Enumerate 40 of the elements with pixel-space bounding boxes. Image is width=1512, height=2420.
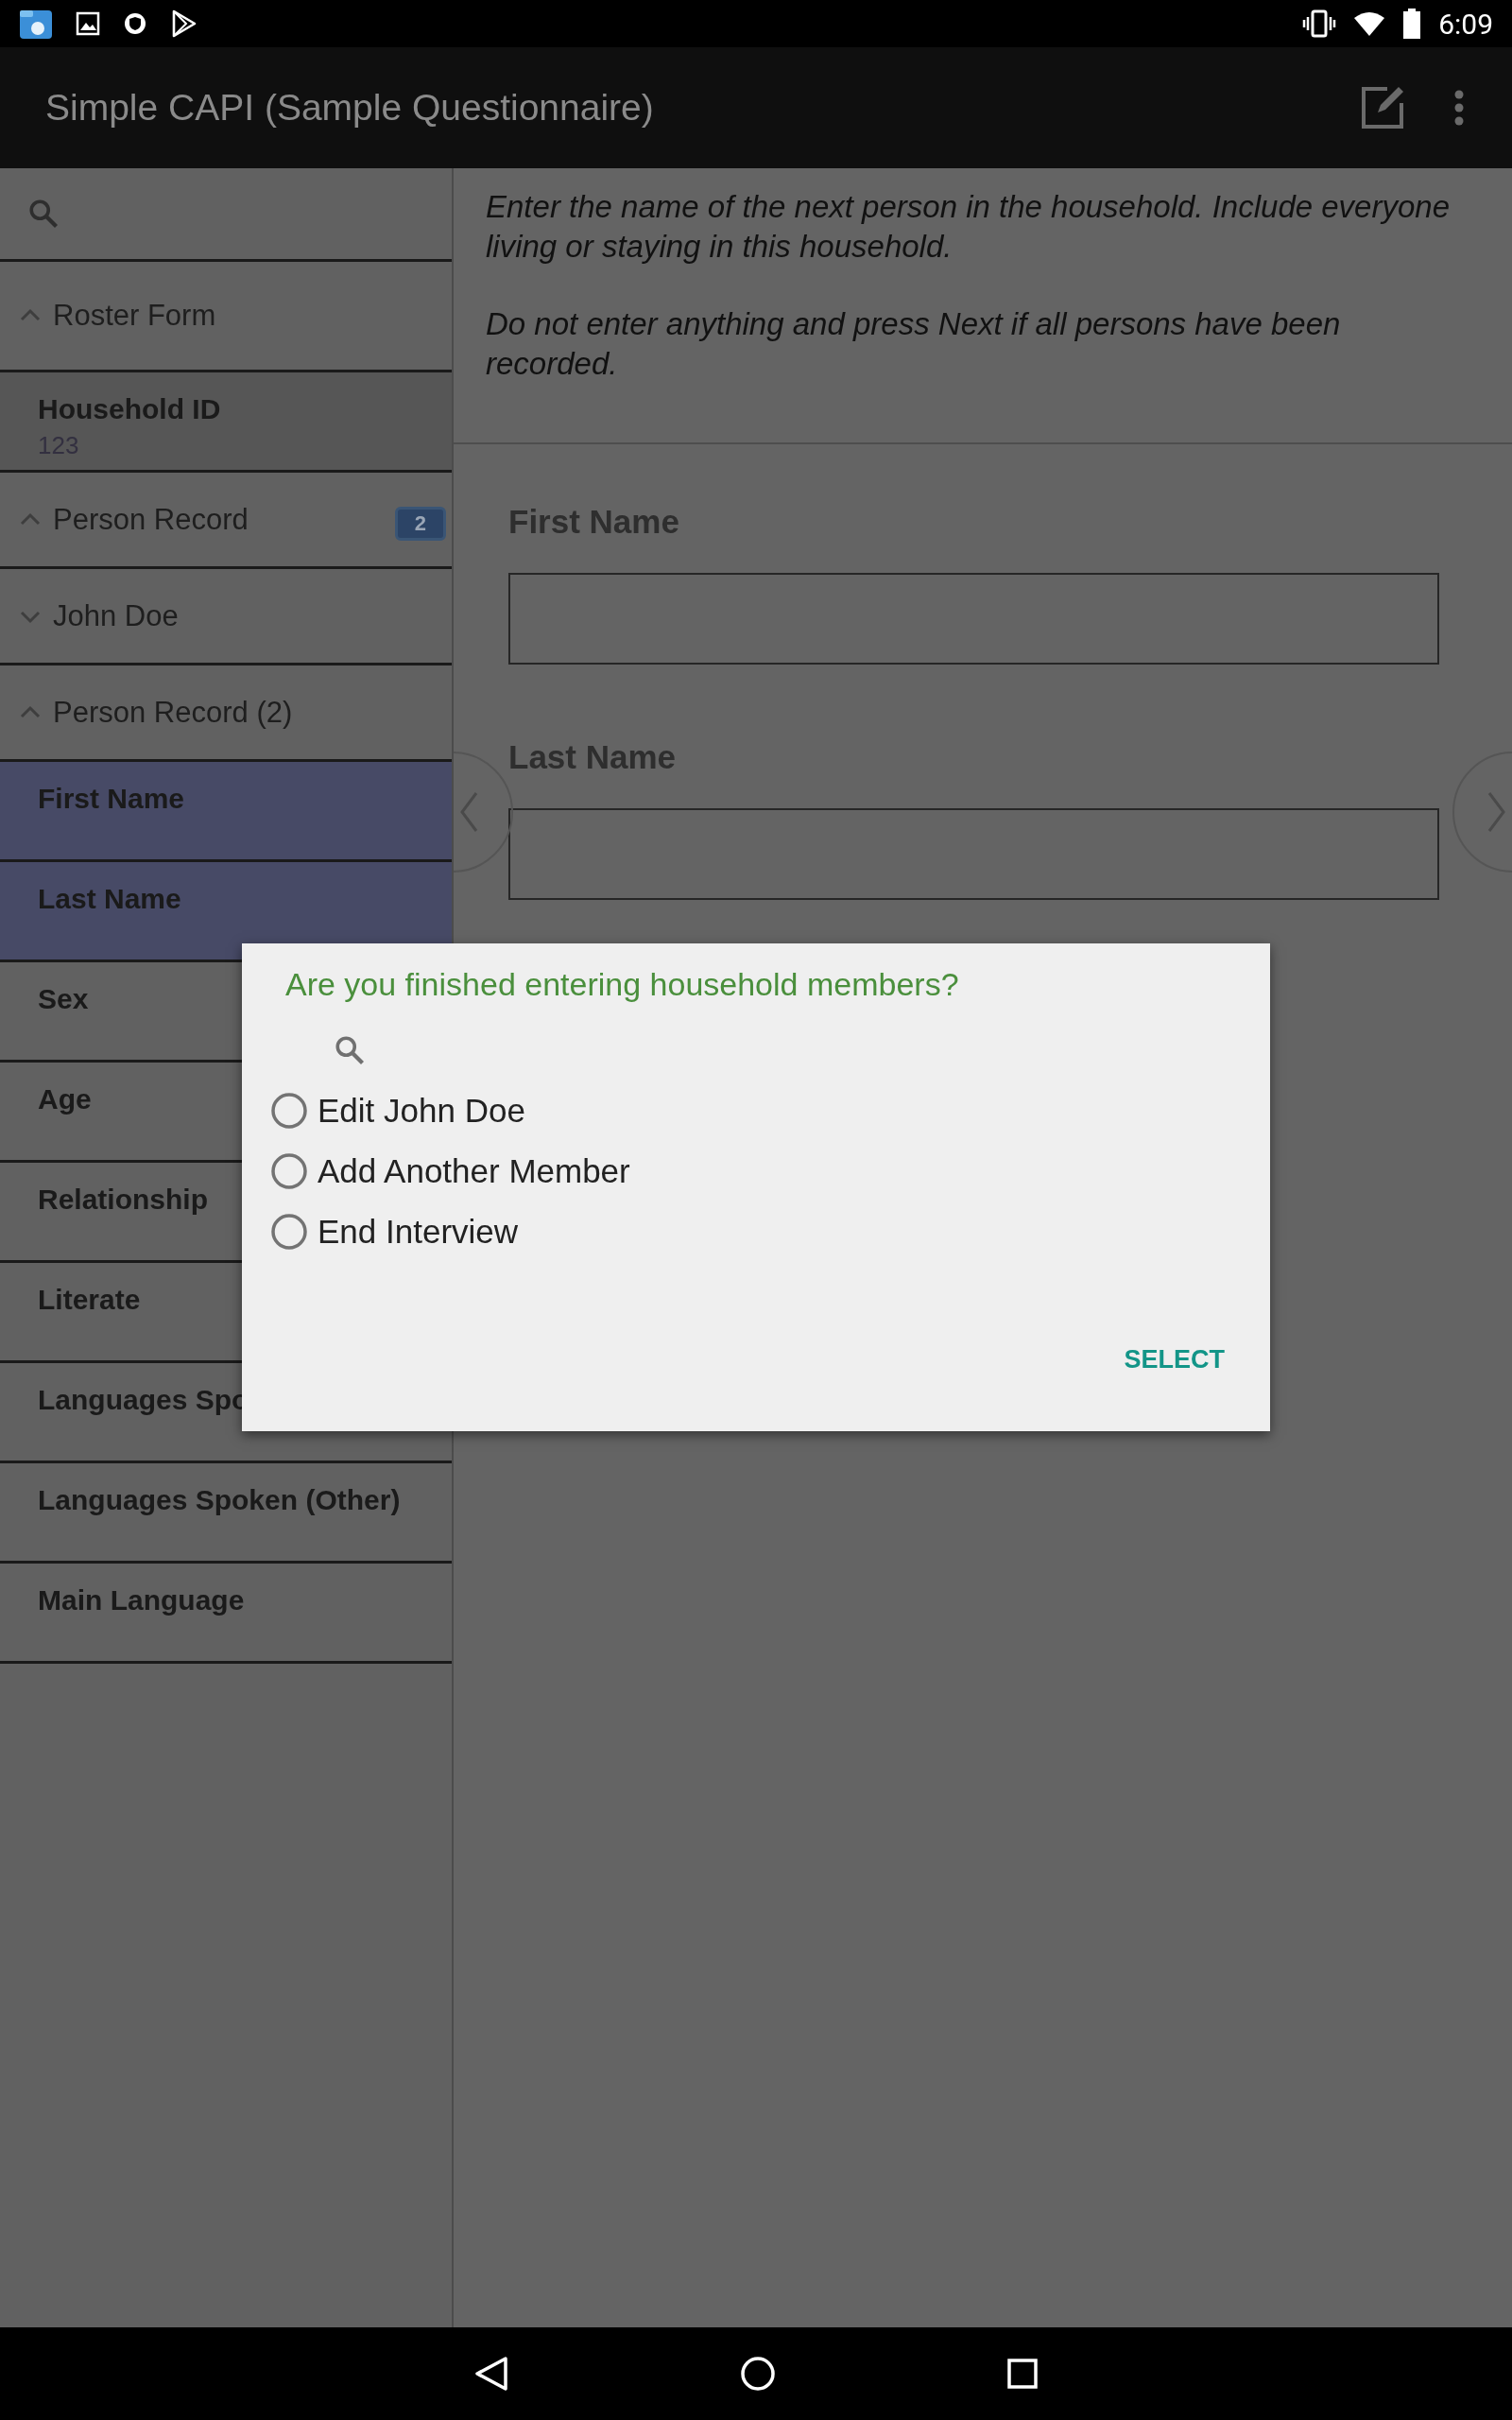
shield-icon — [123, 11, 147, 36]
field-label: Sex — [38, 983, 89, 1015]
group-label: Person Record — [53, 502, 249, 537]
radio-button[interactable] — [270, 1213, 308, 1251]
folder-app-icon — [19, 8, 53, 40]
count-badge: 2 — [394, 507, 446, 541]
group-label: John Doe — [53, 598, 179, 633]
edit-icon[interactable] — [1361, 86, 1404, 130]
field-label: Main Language — [38, 1584, 245, 1616]
play-icon — [170, 9, 198, 38]
field-label: Last Name — [38, 883, 181, 915]
wifi-icon — [1353, 10, 1386, 37]
field-label: First Name — [38, 783, 185, 815]
clock-time: 6:09 — [1438, 7, 1493, 41]
back-icon[interactable] — [474, 2356, 508, 2392]
field-label: Age — [38, 1083, 92, 1115]
field-label: Relationship — [38, 1184, 208, 1216]
field-label: Literate — [38, 1284, 141, 1316]
input-field[interactable] — [508, 573, 1439, 665]
group-label: Person Record (2) — [53, 695, 293, 730]
group-header[interactable]: John Doe — [0, 569, 452, 666]
app-title: Simple CAPI (Sample Questionnaire) — [45, 87, 655, 129]
vibrate-icon — [1302, 9, 1337, 38]
input-field[interactable] — [508, 808, 1439, 900]
radio-button[interactable] — [270, 1152, 308, 1190]
field-item[interactable]: First Name — [0, 762, 452, 862]
field-label: Household ID — [38, 393, 221, 425]
instruction-text: Enter the name of the next person in the household. Include everyone living or staying in this household. — [486, 188, 1452, 266]
instruction-text: Do not enter anything and press Next if all persons have been recorded. — [486, 305, 1342, 383]
more-options-icon[interactable] — [1453, 89, 1465, 127]
home-icon[interactable] — [740, 2356, 776, 2392]
group-header[interactable]: Person Record 2 — [0, 473, 452, 569]
field-item[interactable]: Last Name — [0, 862, 452, 962]
select-button[interactable]: SELECT — [1124, 1338, 1225, 1382]
image-icon — [76, 11, 100, 36]
battery-icon — [1402, 9, 1422, 39]
recent-apps-icon[interactable] — [1007, 2359, 1038, 2389]
group-label: Roster Form — [53, 299, 216, 333]
radio-button[interactable] — [270, 1092, 308, 1130]
field-label: Languages Spoken (Other) — [38, 1484, 401, 1516]
